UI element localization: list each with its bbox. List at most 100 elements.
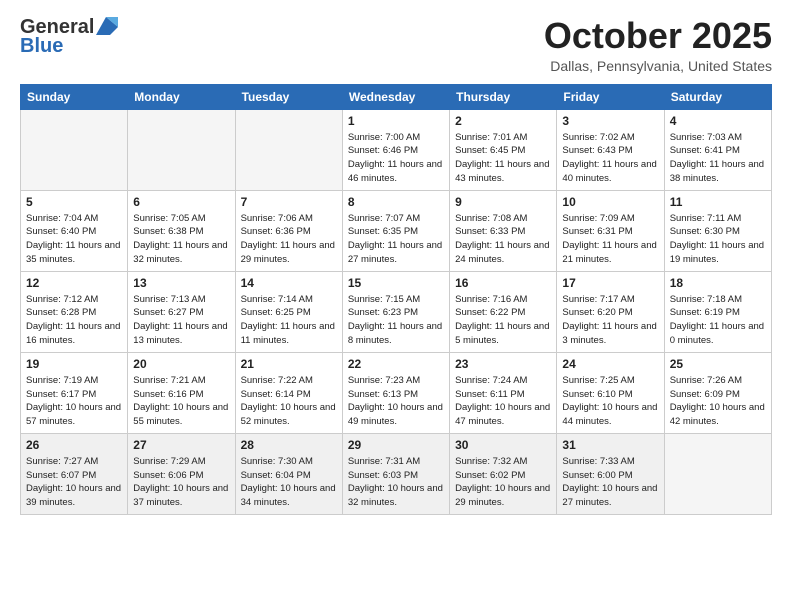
calendar-header-row: Sunday Monday Tuesday Wednesday Thursday… <box>21 84 772 109</box>
header-sunday: Sunday <box>21 84 128 109</box>
logo: General Blue <box>20 16 118 58</box>
calendar-day: 5Sunrise: 7:04 AM Sunset: 6:40 PM Daylig… <box>21 190 128 271</box>
day-detail: Sunrise: 7:21 AM Sunset: 6:16 PM Dayligh… <box>133 374 229 429</box>
calendar-day: 13 Sunrise: 7:13 AM Sunset: 6:27 PM Dayli… <box>128 271 235 352</box>
calendar-day: 1 Sunrise: 7:00 AM Sunset: 6:46 PM Daylig… <box>342 109 449 190</box>
day-number: 17 <box>562 276 658 290</box>
calendar-day: 7 Sunrise: 7:06 AM Sunset: 6:36 PM Daylig… <box>235 190 342 271</box>
title-area: October 2025 Dallas, Pennsylvania, Unite… <box>544 16 772 74</box>
day-detail: Sunrise: 7:05 AM Sunset: 6:38 PM Dayligh… <box>133 212 229 267</box>
day-number: 29 <box>348 438 444 452</box>
day-detail: Sunrise: 7:29 AM Sunset: 6:06 PM Dayligh… <box>133 455 229 510</box>
calendar-day: 14Sunrise: 7:14 AM Sunset: 6:25 PM Dayli… <box>235 271 342 352</box>
day-number: 3 <box>562 114 658 128</box>
calendar-day: 25 Sunrise: 7:26 AM Sunset: 6:09 PM Dayli… <box>664 352 771 433</box>
day-detail: Sunrise: 7:02 AM Sunset: 6:43 PM Dayligh… <box>562 131 658 186</box>
calendar-page: General Blue October 2025 Dallas, Pennsy… <box>0 0 792 531</box>
day-detail: Sunrise: 7:31 AM Sunset: 6:03 PM Dayligh… <box>348 455 444 510</box>
day-number: 22 <box>348 357 444 371</box>
day-detail: Sunrise: 7:30 AM Sunset: 6:04 PM Dayligh… <box>241 455 337 510</box>
day-detail: Sunrise: 7:12 AM Sunset: 6:28 PM Dayligh… <box>26 293 122 348</box>
logo-blue: Blue <box>20 35 63 58</box>
calendar-day: 24 Sunrise: 7:25 AM Sunset: 6:10 PM Dayli… <box>557 352 664 433</box>
header-thursday: Thursday <box>450 84 557 109</box>
calendar-day: 8Sunrise: 7:07 AM Sunset: 6:35 PM Daylig… <box>342 190 449 271</box>
day-detail: Sunrise: 7:00 AM Sunset: 6:46 PM Dayligh… <box>348 131 444 186</box>
day-number: 25 <box>670 357 766 371</box>
calendar-day: 4 Sunrise: 7:03 AM Sunset: 6:41 PM Daylig… <box>664 109 771 190</box>
calendar-day <box>128 109 235 190</box>
calendar-day: 30 Sunrise: 7:32 AM Sunset: 6:02 PM Dayli… <box>450 433 557 514</box>
day-number: 18 <box>670 276 766 290</box>
day-detail: Sunrise: 7:22 AM Sunset: 6:14 PM Dayligh… <box>241 374 337 429</box>
calendar-week-3: 12 Sunrise: 7:12 AM Sunset: 6:28 PM Dayli… <box>21 271 772 352</box>
calendar-day: 6 Sunrise: 7:05 AM Sunset: 6:38 PM Daylig… <box>128 190 235 271</box>
calendar-day: 16Sunrise: 7:16 AM Sunset: 6:22 PM Dayli… <box>450 271 557 352</box>
header-tuesday: Tuesday <box>235 84 342 109</box>
day-detail: Sunrise: 7:27 AM Sunset: 6:07 PM Dayligh… <box>26 455 122 510</box>
day-number: 27 <box>133 438 229 452</box>
day-detail: Sunrise: 7:32 AM Sunset: 6:02 PM Dayligh… <box>455 455 551 510</box>
calendar-day: 23 Sunrise: 7:24 AM Sunset: 6:11 PM Dayli… <box>450 352 557 433</box>
day-number: 7 <box>241 195 337 209</box>
day-detail: Sunrise: 7:24 AM Sunset: 6:11 PM Dayligh… <box>455 374 551 429</box>
calendar-day: 12 Sunrise: 7:12 AM Sunset: 6:28 PM Dayli… <box>21 271 128 352</box>
day-detail: Sunrise: 7:25 AM Sunset: 6:10 PM Dayligh… <box>562 374 658 429</box>
day-detail: Sunrise: 7:03 AM Sunset: 6:41 PM Dayligh… <box>670 131 766 186</box>
calendar-day: 31 Sunrise: 7:33 AM Sunset: 6:00 PM Dayli… <box>557 433 664 514</box>
calendar-week-5: 26 Sunrise: 7:27 AM Sunset: 6:07 PM Dayli… <box>21 433 772 514</box>
location: Dallas, Pennsylvania, United States <box>544 58 772 74</box>
header: General Blue October 2025 Dallas, Pennsy… <box>20 16 772 74</box>
day-number: 1 <box>348 114 444 128</box>
calendar-day: 21 Sunrise: 7:22 AM Sunset: 6:14 PM Dayli… <box>235 352 342 433</box>
calendar-day: 27 Sunrise: 7:29 AM Sunset: 6:06 PM Dayli… <box>128 433 235 514</box>
calendar-day: 3 Sunrise: 7:02 AM Sunset: 6:43 PM Daylig… <box>557 109 664 190</box>
calendar-week-4: 19 Sunrise: 7:19 AM Sunset: 6:17 PM Dayli… <box>21 352 772 433</box>
day-number: 11 <box>670 195 766 209</box>
day-number: 26 <box>26 438 122 452</box>
day-number: 6 <box>133 195 229 209</box>
calendar-day: 17Sunrise: 7:17 AM Sunset: 6:20 PM Dayli… <box>557 271 664 352</box>
month-title: October 2025 <box>544 16 772 56</box>
day-detail: Sunrise: 7:16 AM Sunset: 6:22 PM Dayligh… <box>455 293 551 348</box>
day-number: 5 <box>26 195 122 209</box>
day-number: 9 <box>455 195 551 209</box>
calendar-day: 28 Sunrise: 7:30 AM Sunset: 6:04 PM Dayli… <box>235 433 342 514</box>
day-detail: Sunrise: 7:09 AM Sunset: 6:31 PM Dayligh… <box>562 212 658 267</box>
day-detail: Sunrise: 7:18 AM Sunset: 6:19 PM Dayligh… <box>670 293 766 348</box>
day-number: 19 <box>26 357 122 371</box>
day-detail: Sunrise: 7:14 AM Sunset: 6:25 PM Dayligh… <box>241 293 337 348</box>
calendar-day: 19 Sunrise: 7:19 AM Sunset: 6:17 PM Dayli… <box>21 352 128 433</box>
day-number: 28 <box>241 438 337 452</box>
calendar-day <box>21 109 128 190</box>
calendar-day: 15Sunrise: 7:15 AM Sunset: 6:23 PM Dayli… <box>342 271 449 352</box>
day-detail: Sunrise: 7:23 AM Sunset: 6:13 PM Dayligh… <box>348 374 444 429</box>
day-number: 24 <box>562 357 658 371</box>
day-number: 23 <box>455 357 551 371</box>
day-number: 8 <box>348 195 444 209</box>
calendar-day <box>235 109 342 190</box>
header-friday: Friday <box>557 84 664 109</box>
header-wednesday: Wednesday <box>342 84 449 109</box>
calendar-table: Sunday Monday Tuesday Wednesday Thursday… <box>20 84 772 515</box>
day-number: 13 <box>133 276 229 290</box>
day-detail: Sunrise: 7:13 AM Sunset: 6:27 PM Dayligh… <box>133 293 229 348</box>
day-number: 12 <box>26 276 122 290</box>
day-number: 21 <box>241 357 337 371</box>
day-number: 20 <box>133 357 229 371</box>
day-number: 15 <box>348 276 444 290</box>
day-number: 31 <box>562 438 658 452</box>
calendar-day: 2Sunrise: 7:01 AM Sunset: 6:45 PM Daylig… <box>450 109 557 190</box>
calendar-day: 20 Sunrise: 7:21 AM Sunset: 6:16 PM Dayli… <box>128 352 235 433</box>
day-detail: Sunrise: 7:26 AM Sunset: 6:09 PM Dayligh… <box>670 374 766 429</box>
day-number: 4 <box>670 114 766 128</box>
day-detail: Sunrise: 7:19 AM Sunset: 6:17 PM Dayligh… <box>26 374 122 429</box>
day-number: 30 <box>455 438 551 452</box>
day-detail: Sunrise: 7:06 AM Sunset: 6:36 PM Dayligh… <box>241 212 337 267</box>
calendar-week-1: 1 Sunrise: 7:00 AM Sunset: 6:46 PM Daylig… <box>21 109 772 190</box>
day-detail: Sunrise: 7:33 AM Sunset: 6:00 PM Dayligh… <box>562 455 658 510</box>
calendar-day: 11Sunrise: 7:11 AM Sunset: 6:30 PM Dayli… <box>664 190 771 271</box>
logo-icon <box>96 17 118 35</box>
calendar-day: 22 Sunrise: 7:23 AM Sunset: 6:13 PM Dayli… <box>342 352 449 433</box>
day-number: 2 <box>455 114 551 128</box>
